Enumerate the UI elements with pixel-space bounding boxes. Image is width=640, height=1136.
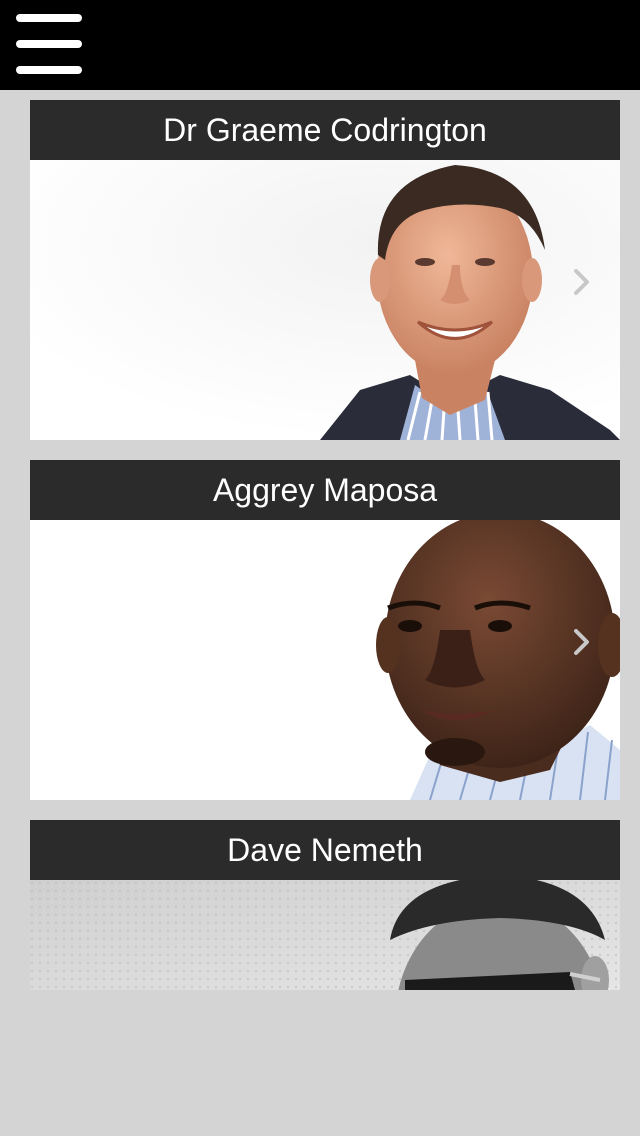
speaker-name: Dave Nemeth (30, 820, 620, 880)
hamburger-menu-icon[interactable] (14, 12, 84, 76)
top-bar (0, 0, 640, 90)
speaker-photo (30, 880, 620, 990)
speaker-name: Aggrey Maposa (30, 460, 620, 520)
menu-bar-line (16, 66, 82, 74)
chevron-right-icon[interactable] (572, 628, 592, 656)
portrait-man-striped-shirt (30, 520, 620, 800)
menu-bar-line (16, 40, 82, 48)
menu-bar-line (16, 14, 82, 22)
speaker-name: Dr Graeme Codrington (30, 100, 620, 160)
speaker-photo (30, 520, 620, 800)
speaker-card[interactable]: Dave Nemeth (30, 820, 620, 990)
portrait-man-smiling-suit (30, 160, 620, 440)
chevron-right-icon[interactable] (572, 268, 592, 296)
speaker-card[interactable]: Dr Graeme Codrington (30, 100, 620, 440)
portrait-man-sunglasses-bw (30, 880, 620, 990)
speaker-photo (30, 160, 620, 440)
speaker-card[interactable]: Aggrey Maposa (30, 460, 620, 800)
speaker-list[interactable]: Dr Graeme Codrington Aggrey Maposa Dave … (0, 90, 640, 1136)
